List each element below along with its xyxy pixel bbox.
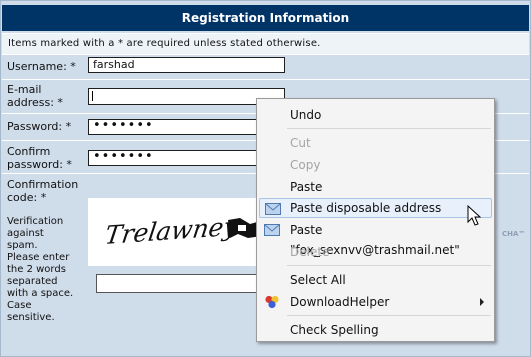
menu-item-label: Select All: [290, 273, 346, 287]
menu-item-copy[interactable]: Copy: [259, 155, 492, 175]
confirmation-label-line2: code: *: [7, 191, 47, 204]
menu-separator: [287, 265, 491, 266]
form-title: Registration Information: [2, 5, 529, 31]
menu-item-label: Check Spelling: [290, 323, 379, 337]
menu-item-paste-disposable[interactable]: Paste disposable address: [259, 198, 492, 218]
confirmation-label-line1: Confirmation: [7, 178, 79, 191]
menu-item-paste[interactable]: Paste: [259, 177, 492, 197]
mouse-pointer-icon: [467, 205, 481, 226]
row-divider: [2, 79, 529, 80]
help-line: Case: [7, 300, 32, 311]
envelope-icon: [264, 224, 280, 236]
confirm-label-line2: password: *: [7, 158, 72, 171]
email-label-line2: address: *: [7, 96, 63, 109]
captcha-answer-field[interactable]: [96, 274, 276, 293]
menu-item-undo[interactable]: Undo: [259, 105, 492, 125]
help-line: the 2 words: [7, 264, 66, 275]
text-caret: [92, 91, 93, 101]
help-line: with a space.: [7, 288, 74, 299]
username-field[interactable]: farshad: [88, 57, 285, 73]
submenu-arrow-icon: [480, 298, 484, 306]
menu-item-select-all[interactable]: Select All: [259, 270, 492, 290]
help-line: Verification: [7, 216, 64, 227]
menu-item-label: DownloadHelper: [290, 295, 390, 309]
email-label-line1: E-mail: [7, 83, 42, 96]
required-note: Items marked with a * are required unles…: [8, 38, 321, 49]
required-note-row: Items marked with a * are required unles…: [2, 33, 529, 55]
context-menu: Undo Cut Copy Paste Paste disposable add…: [256, 98, 495, 342]
help-line: against: [7, 228, 44, 239]
confirm-label-line1: Confirm: [7, 145, 51, 158]
help-line: spam.: [7, 240, 38, 251]
menu-item-label: Copy: [290, 158, 321, 172]
menu-item-label: Paste: [290, 180, 323, 194]
help-line: sensitive.: [7, 312, 55, 323]
menu-separator: [287, 128, 491, 129]
menu-item-cut[interactable]: Cut: [259, 133, 492, 153]
username-label: Username: *: [7, 60, 76, 73]
menu-item-label: Paste disposable address: [290, 201, 442, 215]
menu-item-label: Undo: [290, 108, 322, 122]
downloadhelper-icon: [265, 295, 279, 309]
password-label: Password: *: [7, 120, 72, 133]
help-line: separated: [7, 276, 58, 287]
envelope-icon: [265, 203, 281, 215]
menu-item-paste-address[interactable]: Paste "fox_sexnvv@trashmail.net": [259, 220, 492, 257]
svg-text:Trelawney: Trelawney: [103, 212, 240, 250]
menu-separator: [287, 315, 491, 316]
help-line: Please enter: [7, 252, 70, 263]
menu-item-downloadhelper[interactable]: DownloadHelper: [259, 292, 492, 312]
menu-item-check-spelling[interactable]: Check Spelling: [259, 320, 492, 340]
menu-item-label: Delete: [290, 245, 330, 259]
menu-item-delete[interactable]: Delete: [259, 242, 492, 262]
menu-item-label: Cut: [290, 136, 311, 150]
captcha-brand: CHA™: [502, 230, 526, 238]
